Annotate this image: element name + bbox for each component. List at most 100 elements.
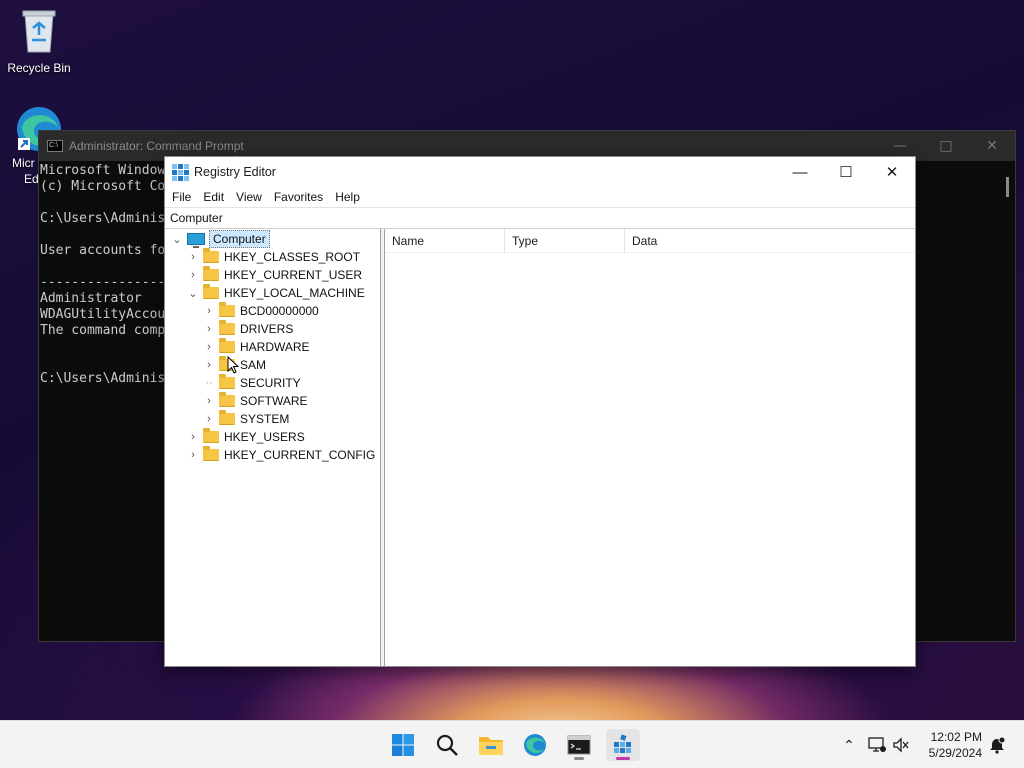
tree-label: HKEY_LOCAL_MACHINE: [224, 286, 365, 300]
notification-bell-icon: [990, 736, 1006, 754]
search-icon: [436, 734, 458, 756]
menu-view[interactable]: View: [230, 190, 268, 204]
chevron-right-icon[interactable]: ›: [203, 341, 215, 353]
edge-label-line2: Ed: [24, 172, 39, 186]
folder-icon: [203, 428, 219, 443]
folder-icon: [219, 410, 235, 425]
tree-node-hardware[interactable]: › HARDWARE: [165, 338, 380, 356]
running-indicator: [574, 757, 584, 760]
tree-label: HKEY_CLASSES_ROOT: [224, 250, 361, 264]
chevron-right-icon[interactable]: ›: [203, 413, 215, 425]
chevron-right-icon[interactable]: ›: [203, 359, 215, 371]
registry-editor-icon: [614, 734, 631, 753]
chevron-right-icon[interactable]: ›: [187, 431, 199, 443]
regedit-title: Registry Editor: [194, 165, 276, 179]
folder-icon: [203, 266, 219, 281]
volume-muted-icon: [893, 737, 909, 753]
cmd-title: Administrator: Command Prompt: [69, 139, 244, 153]
active-indicator: [616, 757, 630, 760]
network-tray-button[interactable]: [866, 721, 888, 768]
folder-icon: [219, 338, 235, 353]
tree-node-security[interactable]: ·· SECURITY: [165, 374, 380, 392]
tree-label: HKEY_CURRENT_CONFIG: [224, 448, 376, 462]
folder-icon: [203, 446, 219, 461]
address-text: Computer: [170, 211, 223, 225]
tree-node-software[interactable]: › SOFTWARE: [165, 392, 380, 410]
clock-date: 5/29/2024: [928, 746, 982, 760]
tree-label-computer: Computer: [209, 230, 270, 248]
registry-editor-window[interactable]: Registry Editor — ☐ ✕ File Edit View Fav…: [164, 156, 916, 667]
regedit-menubar: File Edit View Favorites Help: [165, 187, 915, 207]
tree-node-sam[interactable]: › SAM: [165, 356, 380, 374]
chevron-right-icon[interactable]: ›: [187, 269, 199, 281]
chevron-right-icon[interactable]: ›: [187, 449, 199, 461]
folder-icon: [203, 284, 219, 299]
chevron-right-icon[interactable]: ›: [203, 305, 215, 317]
computer-icon: [187, 233, 205, 248]
volume-tray-button[interactable]: [890, 721, 912, 768]
tree-label: SAM: [240, 358, 267, 372]
regedit-maximize-button[interactable]: ☐: [823, 157, 869, 187]
recycle-bin-icon: [2, 8, 76, 57]
tree-node-computer[interactable]: ⌄ Computer: [165, 230, 380, 248]
cmd-scrollbar-thumb[interactable]: [1006, 177, 1009, 197]
recycle-bin-label: Recycle Bin: [7, 61, 71, 75]
menu-edit[interactable]: Edit: [197, 190, 230, 204]
cmd-maximize-button[interactable]: □: [923, 131, 969, 161]
command-prompt-taskbar-button[interactable]: [562, 729, 596, 761]
values-list[interactable]: Name Type Data: [385, 228, 915, 666]
recycle-bin-desktop-icon[interactable]: Recycle Bin: [2, 8, 76, 75]
clock-time: 12:02 PM: [930, 730, 982, 744]
tree-label: HKEY_USERS: [224, 430, 305, 444]
chevron-right-icon[interactable]: ›: [187, 251, 199, 263]
start-button[interactable]: [386, 729, 420, 761]
tree-node-hkey-local-machine[interactable]: ⌄ HKEY_LOCAL_MACHINE: [165, 284, 380, 302]
cmd-close-button[interactable]: ✕: [969, 131, 1015, 161]
address-bar[interactable]: Computer: [165, 207, 915, 229]
menu-file[interactable]: File: [166, 190, 197, 204]
tree-node-bcd[interactable]: › BCD00000000: [165, 302, 380, 320]
taskbar: ⌃ 12:02 PM 5/29/2024: [0, 720, 1024, 768]
tree-label: SECURITY: [240, 376, 301, 390]
regedit-minimize-button[interactable]: —: [777, 157, 823, 187]
file-explorer-icon: [479, 737, 503, 755]
notifications-button[interactable]: [986, 721, 1008, 768]
tree-connector: ··: [205, 377, 213, 389]
column-header-name[interactable]: Name: [385, 228, 505, 253]
folder-icon: [219, 392, 235, 407]
registry-editor-taskbar-button[interactable]: [606, 729, 640, 761]
taskbar-clock[interactable]: 12:02 PM 5/29/2024: [929, 729, 982, 761]
edge-icon: [524, 734, 546, 756]
menu-favorites[interactable]: Favorites: [268, 190, 329, 204]
file-explorer-button[interactable]: [474, 729, 508, 761]
registry-editor-icon: [172, 164, 189, 181]
chevron-down-icon[interactable]: ⌄: [171, 233, 183, 246]
menu-help[interactable]: Help: [329, 190, 366, 204]
tree-node-hkey-classes-root[interactable]: › HKEY_CLASSES_ROOT: [165, 248, 380, 266]
chevron-right-icon[interactable]: ›: [203, 323, 215, 335]
column-header-data[interactable]: Data: [625, 229, 915, 253]
chevron-down-icon[interactable]: ⌄: [187, 287, 199, 300]
show-hidden-icons-button[interactable]: ⌃: [838, 721, 860, 768]
folder-icon: [219, 302, 235, 317]
search-button[interactable]: [430, 729, 464, 761]
folder-icon: [219, 320, 235, 335]
edge-taskbar-button[interactable]: [518, 729, 552, 761]
tree-node-hkey-current-config[interactable]: › HKEY_CURRENT_CONFIG: [165, 446, 380, 464]
network-icon: [868, 737, 886, 752]
chevron-right-icon[interactable]: ›: [203, 395, 215, 407]
registry-tree[interactable]: ⌄ Computer › HKEY_CLASSES_ROOT › HKEY_CU…: [165, 229, 381, 666]
start-icon: [392, 734, 414, 756]
regedit-close-button[interactable]: ✕: [869, 157, 915, 187]
tree-label: BCD00000000: [240, 304, 319, 318]
mouse-cursor-icon: [227, 356, 239, 374]
edge-label-line1: Micr: [12, 156, 35, 170]
column-header-type[interactable]: Type: [505, 228, 625, 253]
tree-label: SYSTEM: [240, 412, 290, 426]
tree-node-system[interactable]: › SYSTEM: [165, 410, 380, 428]
tree-node-hkey-current-user[interactable]: › HKEY_CURRENT_USER: [165, 266, 380, 284]
tree-node-hkey-users[interactable]: › HKEY_USERS: [165, 428, 380, 446]
tree-label: HARDWARE: [240, 340, 310, 354]
tree-label: SOFTWARE: [240, 394, 308, 408]
tree-node-drivers[interactable]: › DRIVERS: [165, 320, 380, 338]
